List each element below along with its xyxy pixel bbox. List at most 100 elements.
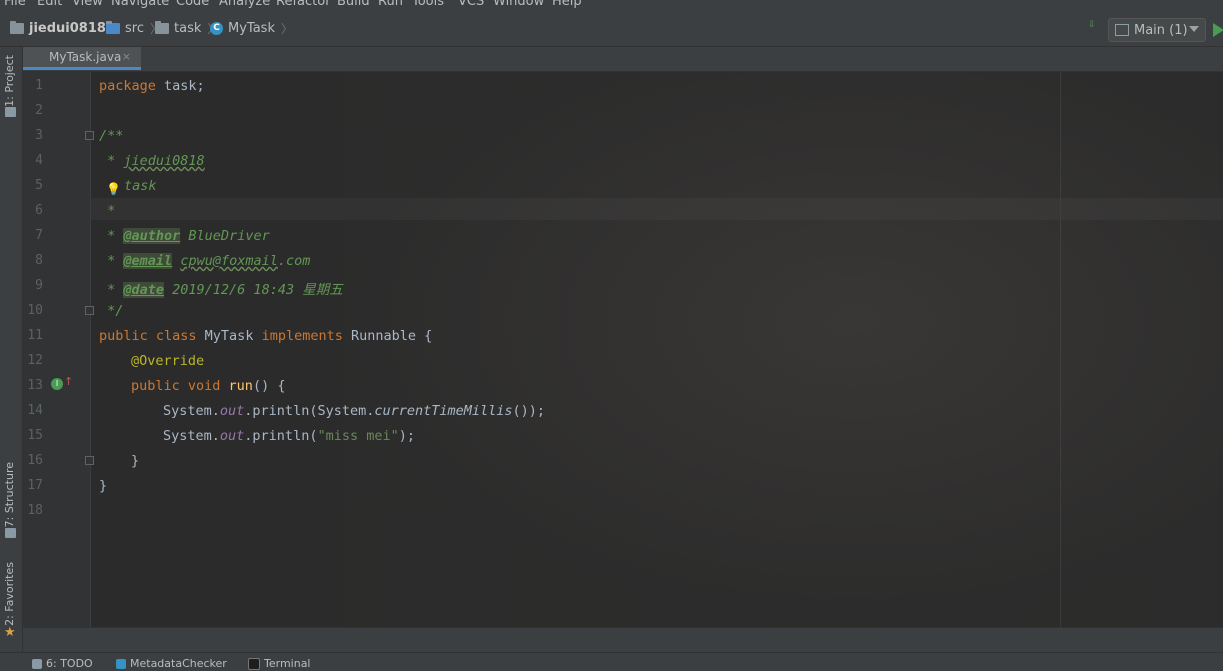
code-line-7: * @author BlueDriver [99,228,270,244]
line-number: 7 [35,228,43,243]
menu-bar: File Edit View Navigate Code Analyze Ref… [0,0,1223,10]
code-line-1: package task; [99,78,205,94]
database-icon [116,658,126,669]
code-line-12: @Override [131,353,205,369]
line-number: 11 [27,328,43,343]
line-number: 16 [27,453,43,468]
javadoc-tag: @email [123,253,173,269]
chevron-down-icon [1189,26,1199,32]
run-configuration-label: Main (1) [1134,22,1188,38]
tool-window-todo[interactable]: 6: TODO [32,657,93,670]
code-line-5: task [124,178,157,194]
code-line-15: System.out.println("miss mei"); [163,428,415,444]
line-number: 12 [27,353,43,368]
menu-code[interactable]: Code [176,0,209,9]
breadcrumb-project-label: jiedui0818 [29,21,106,36]
comment-text: .com [277,253,311,269]
menu-window[interactable]: Window [493,0,544,9]
comment-text: BlueDriver [180,228,270,244]
code-line-14: System.out.println(System.currentTimeMil… [163,403,545,419]
editor-horizontal-scrollbar[interactable] [23,627,1223,653]
line-number: 10 [27,303,43,318]
code-line-9: * @date 2019/12/6 18:43 星期五 [99,278,343,298]
editor-tab-bar: MyTask.java × [23,47,1223,72]
keyword: implements [261,328,343,344]
close-icon[interactable]: × [122,50,131,63]
static-call: currentTimeMillis [374,403,513,419]
fold-marker[interactable] [85,456,94,465]
class-icon: C [210,22,223,35]
menu-edit[interactable]: Edit [37,0,62,9]
tool-window-project[interactable]: 1: Project [3,55,16,107]
line-number: 6 [35,203,43,218]
todo-icon [32,658,42,669]
build-icon[interactable]: ⇩ [1088,21,1104,37]
comment-text: * [99,153,124,169]
code-line-4: * jiedui0818 [99,153,205,169]
line-number: 13 [27,378,43,393]
breadcrumb-package-label: task [174,21,202,36]
code-text: task; [155,78,205,94]
code-line-16: } [131,453,140,469]
caret-row-highlight [23,198,1223,220]
code-line-11: public class MyTask implements Runnable … [99,328,432,344]
line-number: 15 [27,428,43,443]
comment-text: * [99,228,124,244]
right-margin-guide [1060,72,1061,627]
keyword: public void [131,378,221,394]
code-line-17: } [99,478,108,494]
tool-window-structure[interactable]: 7: Structure [3,462,16,527]
menu-vcs[interactable]: VCS [458,0,484,9]
tool-window-terminal[interactable]: Terminal [248,657,311,670]
string-literal: "miss mei" [317,428,399,444]
menu-file[interactable]: File [4,0,26,9]
arrow-up-icon: ↑ [64,375,74,388]
code-line-8: * @email cpwu@foxmail.com [99,253,310,269]
code-text: Runnable { [342,328,433,344]
line-number: 8 [35,253,43,268]
code-text: ); [398,428,415,444]
fold-marker[interactable] [85,131,94,140]
code-editor[interactable]: 1 2 3 4 5 6 7 8 9 10 11 12 13 14 15 16 1… [23,72,1223,627]
tool-window-favorites[interactable]: 2: Favorites [3,562,16,626]
method-name: run [228,378,253,394]
breadcrumb-src[interactable]: src 〉 [106,20,162,37]
javadoc-tag: @date [123,282,165,298]
run-icon[interactable] [1213,23,1223,37]
line-number: 2 [35,103,43,118]
application-icon [1115,24,1129,36]
chevron-right-icon: 〉 [280,22,293,36]
menu-run[interactable]: Run [378,0,403,9]
terminal-icon [248,657,260,670]
folder-icon [155,21,169,34]
background-image [343,72,1223,627]
keyword: package [99,78,156,94]
editor-tab-label: MyTask.java [49,50,122,64]
left-tool-stripe: 1: Project 7: Structure ★ 2: Favorites [0,47,23,652]
navigation-bar: jiedui0818 〉 src 〉 task 〉 C MyTask 〉 ⇩ M… [0,10,1223,47]
lightbulb-icon[interactable]: 💡 [106,182,121,196]
override-icon[interactable]: I [51,378,63,390]
menu-build[interactable]: Build [337,0,370,9]
run-configuration-selector[interactable]: Main (1) [1108,18,1206,42]
breadcrumb-class[interactable]: C MyTask 〉 [210,20,293,37]
tool-window-metadata-checker[interactable]: MetadataChecker [116,657,227,670]
breadcrumb-src-label: src [125,21,144,36]
code-text: .println(System. [244,403,375,419]
comment-text: * [99,282,124,298]
editor-tab-mytask[interactable]: MyTask.java × [23,47,141,70]
menu-navigate[interactable]: Navigate [111,0,169,9]
menu-analyze[interactable]: Analyze [219,0,270,9]
static-field: out [219,428,245,444]
code-line-13: public void run() { [131,378,285,394]
menu-help[interactable]: Help [552,0,582,9]
menu-view[interactable]: View [72,0,103,9]
menu-tools[interactable]: Tools [412,0,444,9]
folder-icon [10,21,24,34]
fold-marker[interactable] [85,306,94,315]
code-text: MyTask [196,328,262,344]
code-text: () { [252,378,286,394]
menu-refactor[interactable]: Refactor [276,0,331,9]
line-number: 17 [27,478,43,493]
star-icon: ★ [4,625,16,640]
